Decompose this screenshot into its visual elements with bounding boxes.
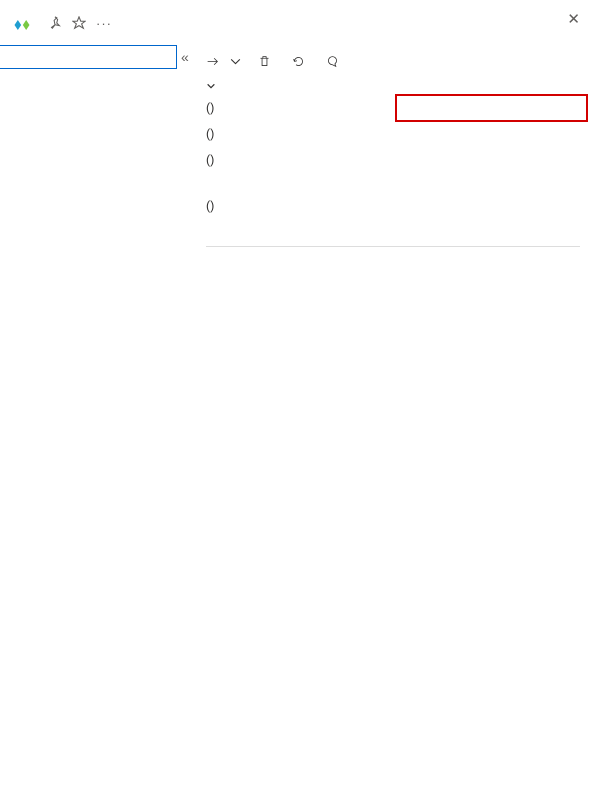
more-icon[interactable]: ··· (96, 16, 112, 33)
sidebar: « (0, 41, 188, 83)
delete-button[interactable] (258, 55, 276, 68)
refresh-icon (292, 55, 305, 68)
search-input[interactable] (0, 45, 177, 69)
chevron-down-icon[interactable] (206, 81, 216, 91)
pin-icon[interactable] (48, 16, 62, 33)
essentials-grid: () () () (206, 99, 580, 185)
chevron-down-icon (229, 55, 242, 68)
move-icon (206, 55, 219, 68)
move-button[interactable] (206, 55, 242, 68)
favorite-icon[interactable] (72, 16, 86, 33)
vnet-icon (12, 15, 32, 35)
close-button[interactable]: ✕ (567, 10, 580, 28)
main-content: () () () (188, 41, 594, 273)
feedback-icon (326, 55, 339, 68)
highlighted-box (395, 94, 588, 122)
trash-icon (258, 55, 271, 68)
command-bar (206, 41, 580, 81)
feedback-button[interactable] (326, 55, 344, 68)
refresh-button[interactable] (292, 55, 310, 68)
blade-header: ··· ✕ (0, 0, 594, 41)
tabs (206, 231, 580, 247)
